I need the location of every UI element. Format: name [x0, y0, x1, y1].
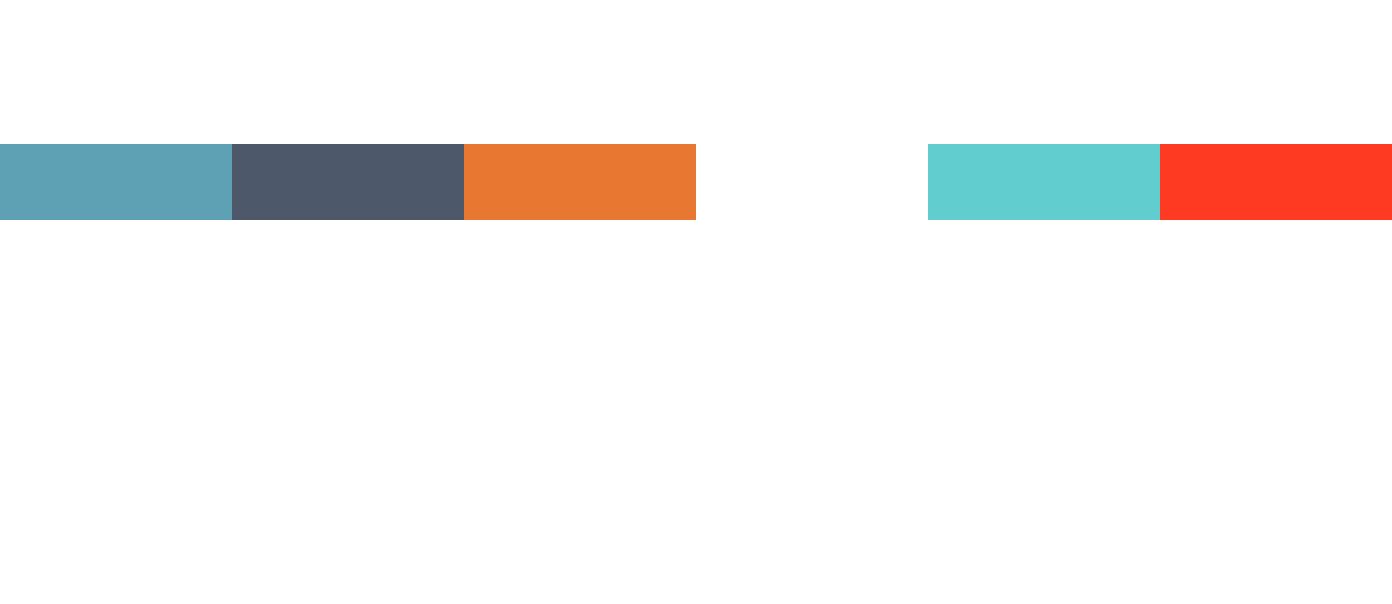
swatch-white — [696, 144, 928, 220]
swatch-steel-blue — [0, 144, 232, 220]
swatch-slate-gray — [232, 144, 464, 220]
color-palette-strip — [0, 144, 1392, 220]
swatch-orange — [464, 144, 696, 220]
swatch-turquoise — [928, 144, 1160, 220]
swatch-red — [1160, 144, 1392, 220]
